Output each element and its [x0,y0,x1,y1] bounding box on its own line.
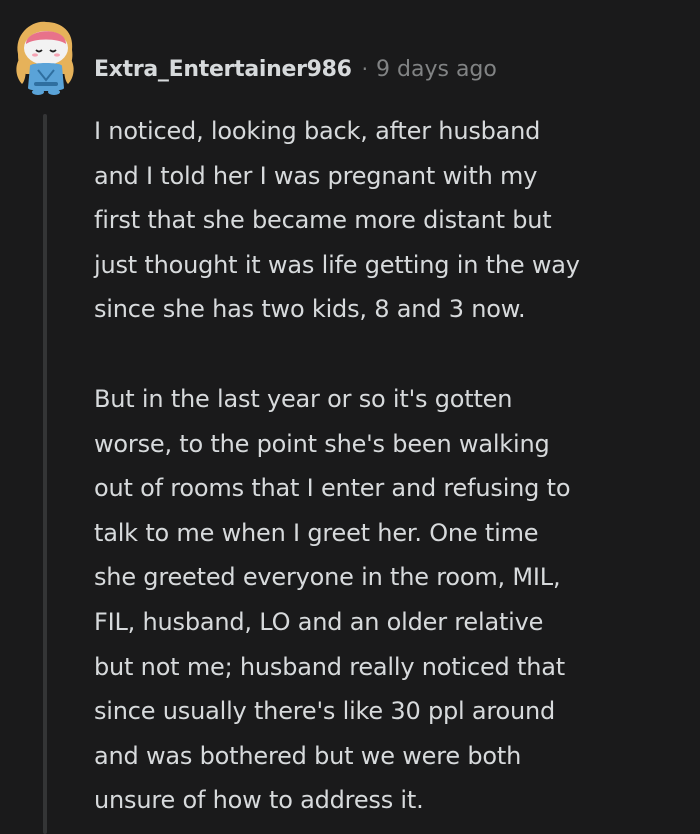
username-link[interactable]: Extra_Entertainer986 [94,57,352,82]
comment-paragraph: But in the last year or so it's gotten w… [94,384,571,815]
meta-separator: · [361,57,369,81]
comment: Extra_Entertainer986 · 9 days ago I noti… [0,0,700,834]
snoo-avatar-icon[interactable] [8,14,84,98]
comment-header: Extra_Entertainer986 · 9 days ago [94,52,497,86]
comment-paragraph: I noticed, looking back, after husband a… [94,117,580,324]
thread-collapse-line[interactable] [43,114,47,834]
comment-timestamp[interactable]: 9 days ago [376,57,497,82]
comment-body: I noticed, looking back, after husband a… [94,109,684,823]
